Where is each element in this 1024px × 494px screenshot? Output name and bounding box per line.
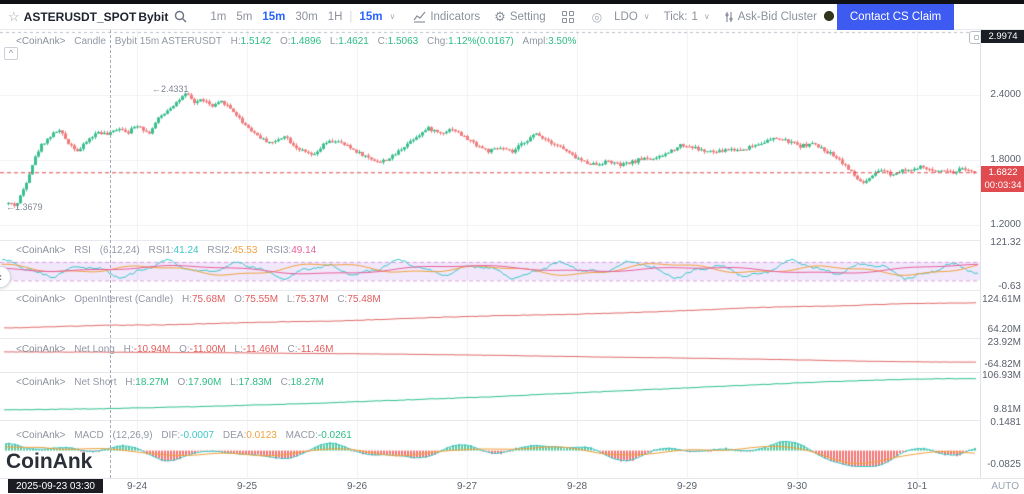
chevron-down-icon[interactable]: ∨ (389, 12, 395, 21)
divider: | (349, 11, 352, 23)
timeframe-selector[interactable]: 15m (359, 11, 382, 23)
macd-legend[interactable]: <CoinAnk> MACD (12,26,9) DIF:-0.0007 DEA… (16, 430, 352, 441)
crosshair-date-badge: 2025-09-23 03:30 (8, 479, 103, 493)
axis-label: 9.81M (993, 404, 1021, 415)
panel-separator[interactable] (0, 338, 1024, 339)
tick-dropdown[interactable]: Tick: 1 ∨ (664, 11, 710, 23)
layout-grid-button[interactable] (562, 11, 574, 23)
axis-label: 1.2000 (990, 219, 1021, 230)
chevron-down-icon: ∨ (644, 12, 650, 21)
timeframe-15m[interactable]: 15m (262, 11, 285, 23)
axis-label: 121.32 (990, 237, 1021, 248)
rsi-legend[interactable]: <CoinAnk> RSI (6,12,24) RSI1:41.24 RSI2:… (16, 245, 316, 256)
candle-legend[interactable]: <CoinAnk> Candle Bybit 15m ASTERUSDT H:1… (16, 36, 576, 47)
axis-label: -0.63 (998, 281, 1021, 292)
coinank-watermark: CoinAnk (6, 450, 92, 474)
axis-label: 106.93M (982, 370, 1021, 381)
timeframe-30m[interactable]: 30m (295, 11, 317, 23)
axis-label: 64.20M (988, 324, 1021, 335)
panel-separator[interactable] (0, 420, 1024, 421)
axis-label: 1.8000 (990, 154, 1021, 165)
time-tick: 9-25 (225, 481, 269, 492)
panel-separator[interactable] (0, 290, 1024, 291)
time-tick: 9-26 (335, 481, 379, 492)
timeframe-1m[interactable]: 1m (210, 11, 226, 23)
last-price-badge: 1.6822 (981, 166, 1024, 179)
ask-bid-cluster-dropdown[interactable]: Ask-Bid Cluster ∨ (724, 11, 829, 23)
alert-price-badge: 2.9974 (981, 30, 1024, 43)
indicators-icon (413, 11, 426, 23)
chevron-down-icon: ∨ (704, 12, 710, 21)
axis-label: 2.4000 (990, 89, 1021, 100)
axis-label: -0.0825 (987, 459, 1021, 470)
timeframe-5m[interactable]: 5m (236, 11, 252, 23)
ask-bid-icon (724, 11, 734, 23)
search-icon[interactable] (174, 10, 187, 23)
gear-icon: ⚙ (494, 9, 506, 25)
axis-label: 0.1481 (990, 417, 1021, 428)
symbol-name[interactable]: ASTERUSDT_SPOT (24, 10, 137, 24)
panel-separator[interactable] (0, 240, 1024, 241)
contact-cs-claim-button[interactable]: Contact CS Claim (837, 4, 954, 30)
visibility-icon[interactable]: ◎ (592, 10, 602, 24)
axis-label: -64.82M (984, 359, 1021, 370)
countdown-badge: 00:03:34 (981, 179, 1024, 192)
coinank-trading-app: ☆ ASTERUSDT_SPOT Bybit 1m 5m 15m 30m 1H … (0, 0, 1024, 494)
slider-handle-right[interactable] (824, 11, 834, 21)
net-long-legend[interactable]: <CoinAnk> Net Long H:-10.94M O:-11.00M L… (16, 344, 333, 355)
indicators-button[interactable]: Indicators (413, 11, 480, 23)
time-tick: 9-27 (445, 481, 489, 492)
exchange-name[interactable]: Bybit (138, 10, 168, 24)
ldo-dropdown[interactable]: LDO ∨ (614, 11, 650, 23)
axis-label: 23.92M (988, 337, 1021, 348)
low-price-annotation: ←1.3679 (6, 202, 43, 212)
timeframe-1h[interactable]: 1H (328, 11, 343, 23)
favorite-star-icon[interactable]: ☆ (8, 9, 20, 25)
time-tick: 10-1 (895, 481, 939, 492)
time-tick: 9-28 (555, 481, 599, 492)
time-axis[interactable]: 2025-09-23 03:30 9-24 9-25 9-26 9-27 9-2… (0, 478, 1024, 494)
time-tick: 9-30 (775, 481, 819, 492)
chart-area: <CoinAnk> Candle Bybit 15m ASTERUSDT H:1… (0, 30, 1024, 494)
collapse-panel-button[interactable]: ^ (4, 47, 18, 60)
time-tick: 9-29 (665, 481, 709, 492)
auto-scale-button[interactable]: AUTO (991, 481, 1019, 492)
time-tick: 9-24 (115, 481, 159, 492)
setting-button[interactable]: ⚙ Setting (494, 9, 545, 25)
panel-separator[interactable] (0, 372, 1024, 373)
high-price-annotation: ←2.4331 (152, 84, 189, 94)
open-interest-legend[interactable]: <CoinAnk> OpenInterest (Candle) H:75.68M… (16, 294, 381, 305)
net-short-legend[interactable]: <CoinAnk> Net Short H:18.27M O:17.90M L:… (16, 377, 324, 388)
chart-toolbar: ☆ ASTERUSDT_SPOT Bybit 1m 5m 15m 30m 1H … (0, 4, 1024, 30)
axis-label: 124.61M (982, 294, 1021, 305)
price-axis[interactable]: 2.9974 2.4000 1.8000 1.6822 00:03:34 1.2… (980, 30, 1024, 478)
